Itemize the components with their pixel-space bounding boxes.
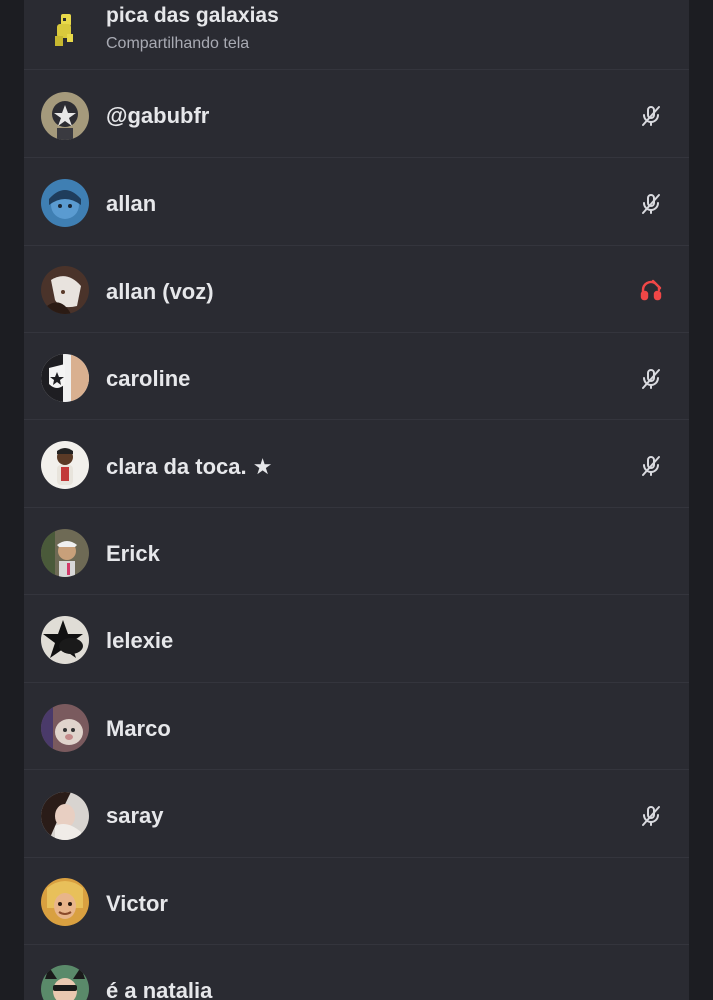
member-avatar bbox=[41, 878, 89, 926]
member-row-streaming[interactable]: pica das galaxias Compartilhando tela bbox=[24, 0, 689, 70]
member-name: @gabubfr bbox=[106, 103, 210, 128]
voice-members-panel: pica das galaxias Compartilhando tela @g… bbox=[24, 0, 689, 1000]
member-row[interactable]: allan bbox=[24, 158, 689, 246]
member-name: pica das galaxias bbox=[106, 4, 279, 27]
member-name: Victor bbox=[106, 891, 168, 916]
member-avatar bbox=[41, 92, 89, 140]
deafened-headphones-icon bbox=[639, 278, 663, 302]
muted-microphone-icon bbox=[639, 367, 663, 391]
member-row[interactable]: é a natalia bbox=[24, 945, 689, 1000]
member-avatar bbox=[41, 965, 89, 1000]
member-avatar bbox=[41, 616, 89, 664]
member-name: é a natalia bbox=[106, 978, 213, 1000]
muted-microphone-icon bbox=[639, 804, 663, 828]
member-row[interactable]: Marco bbox=[24, 683, 689, 770]
member-row[interactable]: Victor bbox=[24, 858, 689, 945]
member-avatar bbox=[41, 441, 89, 489]
member-name: clara da toca. ★ bbox=[106, 454, 273, 479]
muted-microphone-icon bbox=[639, 104, 663, 128]
member-row[interactable]: Erick bbox=[24, 508, 689, 595]
member-name: caroline bbox=[106, 366, 191, 391]
member-name: Erick bbox=[106, 541, 160, 566]
member-avatar bbox=[41, 266, 89, 314]
member-row[interactable]: allan (voz) bbox=[24, 246, 689, 333]
muted-microphone-icon bbox=[639, 192, 663, 216]
member-avatar bbox=[41, 179, 89, 227]
member-row[interactable]: @gabubfr bbox=[24, 70, 689, 158]
member-row[interactable]: caroline bbox=[24, 333, 689, 420]
member-avatar bbox=[41, 704, 89, 752]
member-avatar bbox=[41, 8, 89, 56]
member-avatar bbox=[41, 792, 89, 840]
member-row[interactable]: saray bbox=[24, 770, 689, 858]
member-row[interactable]: clara da toca. ★ bbox=[24, 420, 689, 508]
member-status-text: Compartilhando tela bbox=[106, 35, 250, 52]
member-row[interactable]: lelexie bbox=[24, 595, 689, 683]
member-name: allan bbox=[106, 191, 157, 216]
member-name: Marco bbox=[106, 716, 171, 741]
member-name: allan (voz) bbox=[106, 279, 214, 304]
member-name: saray bbox=[106, 803, 164, 828]
member-avatar bbox=[41, 529, 89, 577]
member-name: lelexie bbox=[106, 628, 174, 653]
muted-microphone-icon bbox=[639, 454, 663, 478]
member-avatar bbox=[41, 354, 89, 402]
